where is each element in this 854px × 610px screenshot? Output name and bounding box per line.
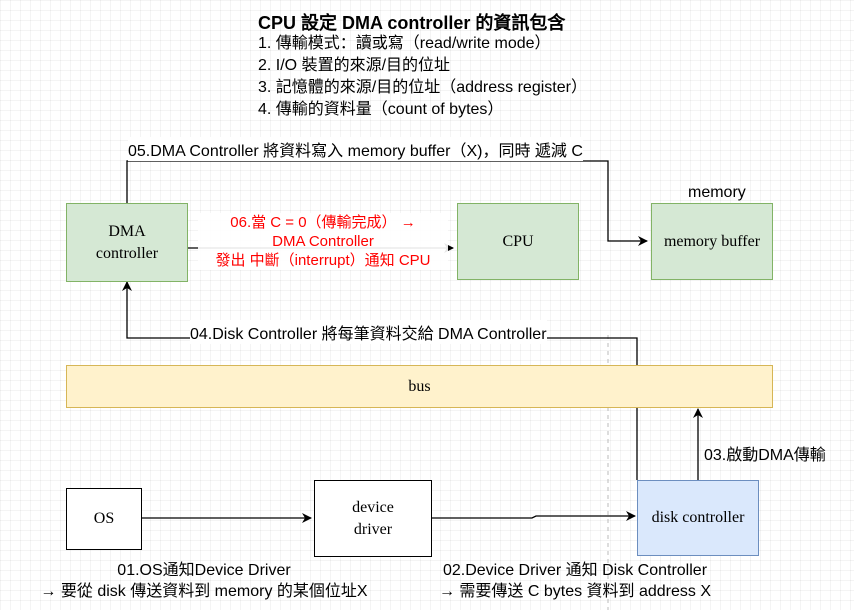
edge-06-label: 06.當 C = 0（傳輸完成） → DMA Controller 發出 中斷（…	[198, 213, 448, 270]
device-driver-node[interactable]: device driver	[314, 480, 432, 557]
edge-01-label-line: → 要從 disk 傳送資料到 memory 的某個位址X	[40, 583, 368, 600]
edge-02-label-line: → 需要傳送 C bytes 資料到 address X	[438, 583, 712, 600]
diagram-title: CPU 設定 DMA controller 的資訊包含	[258, 13, 566, 33]
edge-02-label: 02.Device Driver 通知 Disk Controller → 需要…	[415, 560, 735, 602]
disk-controller-node[interactable]: disk controller	[637, 480, 759, 556]
setup-item: 1. 傳輸模式：讀或寫（read/write mode）	[258, 35, 551, 52]
cpu-node[interactable]: CPU	[457, 203, 579, 280]
edge-06-label-line: 發出 中斷（interrupt）通知 CPU	[215, 252, 431, 269]
memory-buffer-node[interactable]: memory buffer	[651, 203, 773, 280]
bus-node[interactable]: bus	[66, 365, 773, 408]
edge-01-label: 01.OS通知Device Driver → 要從 disk 傳送資料到 mem…	[10, 560, 398, 602]
setup-item: 4. 傳輸的資料量（count of bytes）	[258, 101, 504, 118]
edge-02-driver-to-disk	[432, 511, 636, 521]
memory-label: memory	[688, 184, 746, 201]
edge-01-label-line: 01.OS通知Device Driver	[117, 562, 291, 579]
setup-item: 2. I/O 裝置的來源/目的位址	[258, 57, 451, 74]
edge-06-label-line: 06.當 C = 0（傳輸完成） →	[230, 214, 416, 231]
edge-03-label: 03.啟動DMA傳輸	[704, 447, 826, 464]
edge-04-label: 04.Disk Controller 將每筆資料交給 DMA Controlle…	[190, 320, 547, 344]
edge-05-label: 05.DMA Controller 將資料寫入 memory buffer（X)…	[128, 137, 583, 161]
dma-controller-node[interactable]: DMA controller	[66, 203, 188, 282]
edge-02-label-line: 02.Device Driver 通知 Disk Controller	[442, 562, 708, 579]
setup-list: 1. 傳輸模式：讀或寫（read/write mode） 2. I/O 裝置的來…	[258, 33, 587, 121]
setup-item: 3. 記憶體的來源/目的位址（address register）	[258, 79, 587, 96]
edge-06-label-line: DMA Controller	[272, 233, 374, 250]
os-node[interactable]: OS	[66, 488, 142, 550]
